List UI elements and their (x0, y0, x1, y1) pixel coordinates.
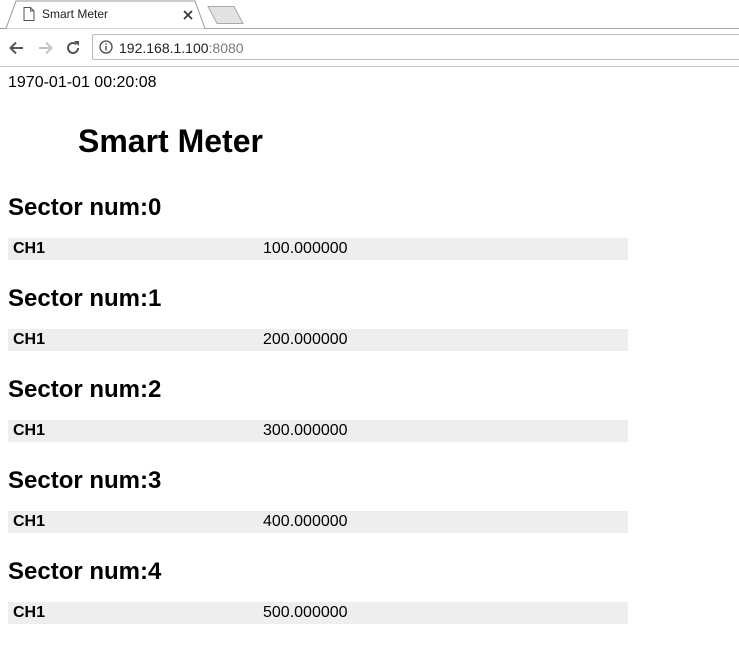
channel-value: 500.000000 (263, 604, 348, 621)
sector-heading: Sector num:3 (8, 467, 162, 494)
url-text[interactable]: 192.168.1.100:8080 (119, 40, 244, 56)
browser-toolbar: 192.168.1.100:8080 (0, 29, 739, 67)
tab-strip: Smart Meter (0, 0, 739, 29)
channel-name: CH1 (13, 422, 46, 439)
channel-row: CH1 200.000000 (8, 329, 628, 351)
channel-row: CH1 300.000000 (8, 420, 628, 442)
channel-name: CH1 (13, 240, 46, 257)
sector-heading: Sector num:4 (8, 558, 162, 585)
sector-heading: Sector num:2 (8, 376, 162, 403)
channel-row: CH1 400.000000 (8, 511, 628, 533)
back-arrow-icon[interactable] (7, 38, 27, 58)
page-content: 1970-01-01 00:20:08 Smart Meter Sector n… (0, 66, 739, 651)
timestamp: 1970-01-01 00:20:08 (8, 74, 157, 91)
page-title: Smart Meter (78, 123, 263, 159)
url-host: 192.168.1.100 (119, 40, 209, 56)
sector-heading: Sector num:0 (8, 194, 162, 221)
channel-row: CH1 100.000000 (8, 238, 628, 260)
channel-name: CH1 (13, 331, 46, 348)
close-icon[interactable] (181, 8, 195, 22)
channel-value: 400.000000 (263, 513, 348, 530)
channel-name: CH1 (13, 513, 46, 530)
new-tab-button[interactable] (206, 6, 246, 24)
url-port: :8080 (208, 40, 244, 56)
sector-list: Sector num:0 CH1 100.000000 Sector num:1… (8, 194, 628, 649)
page-icon (23, 7, 35, 21)
sector-block: Sector num:2 CH1 300.000000 (8, 376, 628, 467)
sector-block: Sector num:4 CH1 500.000000 (8, 558, 628, 649)
sector-block: Sector num:0 CH1 100.000000 (8, 194, 628, 285)
channel-name: CH1 (13, 604, 46, 621)
info-icon[interactable] (99, 40, 113, 54)
reload-icon[interactable] (63, 38, 83, 58)
channel-row: CH1 500.000000 (8, 602, 628, 624)
browser-tab[interactable]: Smart Meter (0, 0, 207, 29)
sector-block: Sector num:1 CH1 200.000000 (8, 285, 628, 376)
tab-title: Smart Meter (42, 7, 109, 21)
forward-arrow-icon[interactable] (35, 38, 55, 58)
channel-value: 100.000000 (263, 240, 348, 257)
sector-block: Sector num:3 CH1 400.000000 (8, 467, 628, 558)
sector-heading: Sector num:1 (8, 285, 162, 312)
channel-value: 200.000000 (263, 331, 348, 348)
channel-value: 300.000000 (263, 422, 348, 439)
address-bar[interactable]: 192.168.1.100:8080 (92, 34, 739, 60)
